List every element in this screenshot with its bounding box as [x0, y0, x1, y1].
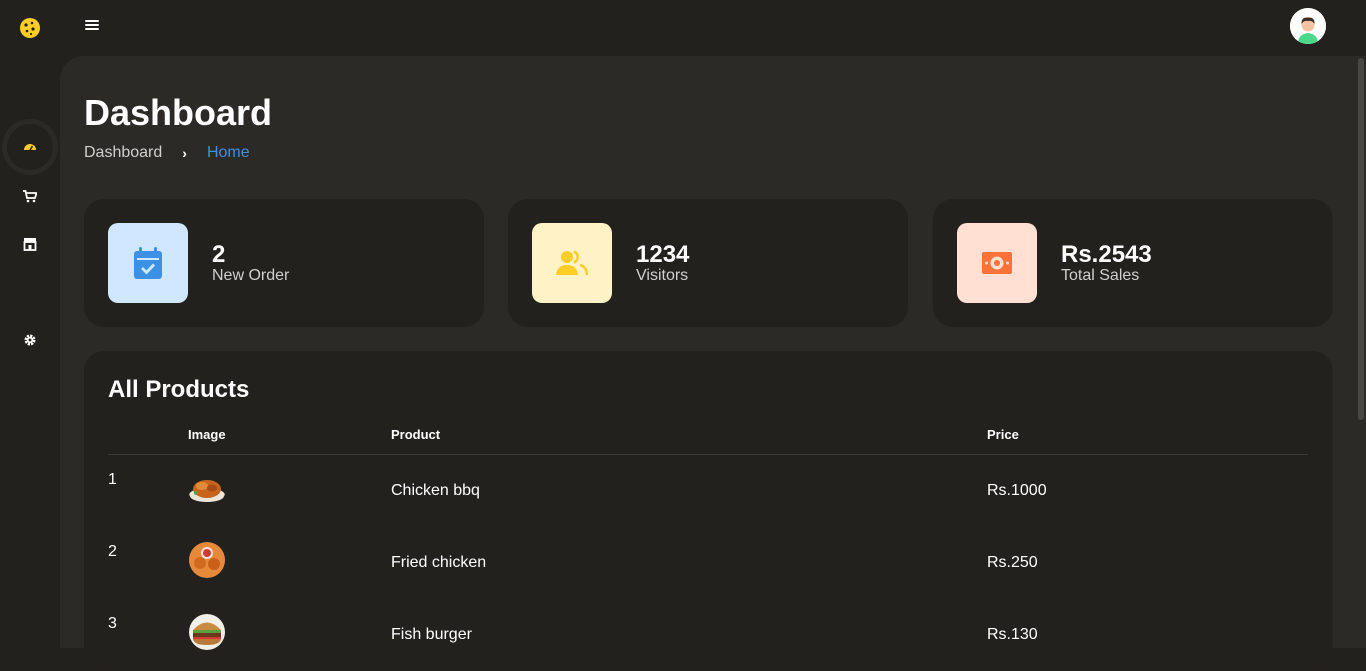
stat-value: 1234 — [636, 241, 690, 268]
products-panel: All Products Image Product Price 1 Chick… — [84, 351, 1333, 671]
main-content: Dashboard Dashboard › Home 2 New Order 1… — [60, 56, 1356, 671]
stat-card-total-sales: Rs.2543 Total Sales — [933, 199, 1333, 327]
stat-value: Rs.2543 — [1061, 241, 1152, 268]
table-row[interactable]: 2 Fried chicken Rs.250 — [108, 527, 1308, 599]
breadcrumb-home[interactable]: Home — [207, 144, 250, 162]
dashboard-gauge-icon — [24, 144, 36, 151]
page-title: Dashboard — [84, 92, 273, 133]
products-title: All Products — [108, 376, 250, 403]
table-row[interactable]: 3 Fish burger Rs.130 — [108, 599, 1308, 671]
scrollbar-thumb[interactable] — [1358, 58, 1364, 420]
fish-burger-image — [189, 614, 225, 650]
cookie-icon[interactable] — [19, 17, 41, 39]
column-header-index — [108, 420, 188, 455]
sidebar-item-cart[interactable] — [14, 180, 46, 212]
users-icon — [532, 223, 612, 303]
table-row[interactable]: 1 Chicken bbq Rs.1000 — [108, 455, 1308, 527]
chicken-bbq-image — [189, 480, 225, 503]
product-name: Fish burger — [391, 625, 472, 643]
stat-card-visitors: 1234 Visitors — [508, 199, 908, 327]
product-price: Rs.130 — [987, 625, 1038, 643]
cart-icon — [23, 190, 37, 203]
dollar-banknote-icon — [957, 223, 1037, 303]
scrollbar[interactable] — [1356, 56, 1366, 648]
top-bar — [0, 0, 1366, 56]
table-header-row: Image Product Price — [108, 420, 1308, 455]
sidebar-item-settings[interactable] — [14, 324, 46, 356]
sidebar — [0, 56, 60, 648]
stat-card-new-order: 2 New Order — [84, 199, 484, 327]
product-price: Rs.250 — [987, 553, 1038, 571]
product-price: Rs.1000 — [987, 481, 1047, 499]
stat-label: Total Sales — [1061, 267, 1140, 284]
store-icon — [23, 238, 37, 251]
breadcrumb: Dashboard › Home — [84, 144, 250, 162]
products-table: Image Product Price 1 Chicken bbq Rs.100… — [108, 420, 1308, 671]
stat-label: Visitors — [636, 267, 689, 284]
hamburger-menu-icon[interactable] — [85, 20, 99, 34]
product-name: Fried chicken — [391, 553, 487, 571]
calendar-check-icon — [108, 223, 188, 303]
gear-icon — [24, 334, 36, 346]
column-header-price: Price — [987, 420, 1308, 455]
column-header-image: Image — [188, 420, 391, 455]
sidebar-item-store[interactable] — [14, 228, 46, 260]
column-header-product: Product — [391, 420, 987, 455]
stat-label: New Order — [212, 267, 290, 284]
sidebar-item-dashboard[interactable] — [7, 124, 53, 170]
breadcrumb-dashboard[interactable]: Dashboard — [84, 144, 162, 162]
fried-chicken-image — [189, 542, 225, 578]
row-index: 2 — [108, 542, 117, 560]
product-name: Chicken bbq — [391, 481, 480, 499]
stat-value: 2 — [212, 241, 226, 268]
chevron-right-icon: › — [182, 145, 187, 161]
user-avatar-icon[interactable] — [1290, 8, 1326, 44]
row-index: 1 — [108, 471, 117, 488]
row-index: 3 — [108, 614, 117, 632]
